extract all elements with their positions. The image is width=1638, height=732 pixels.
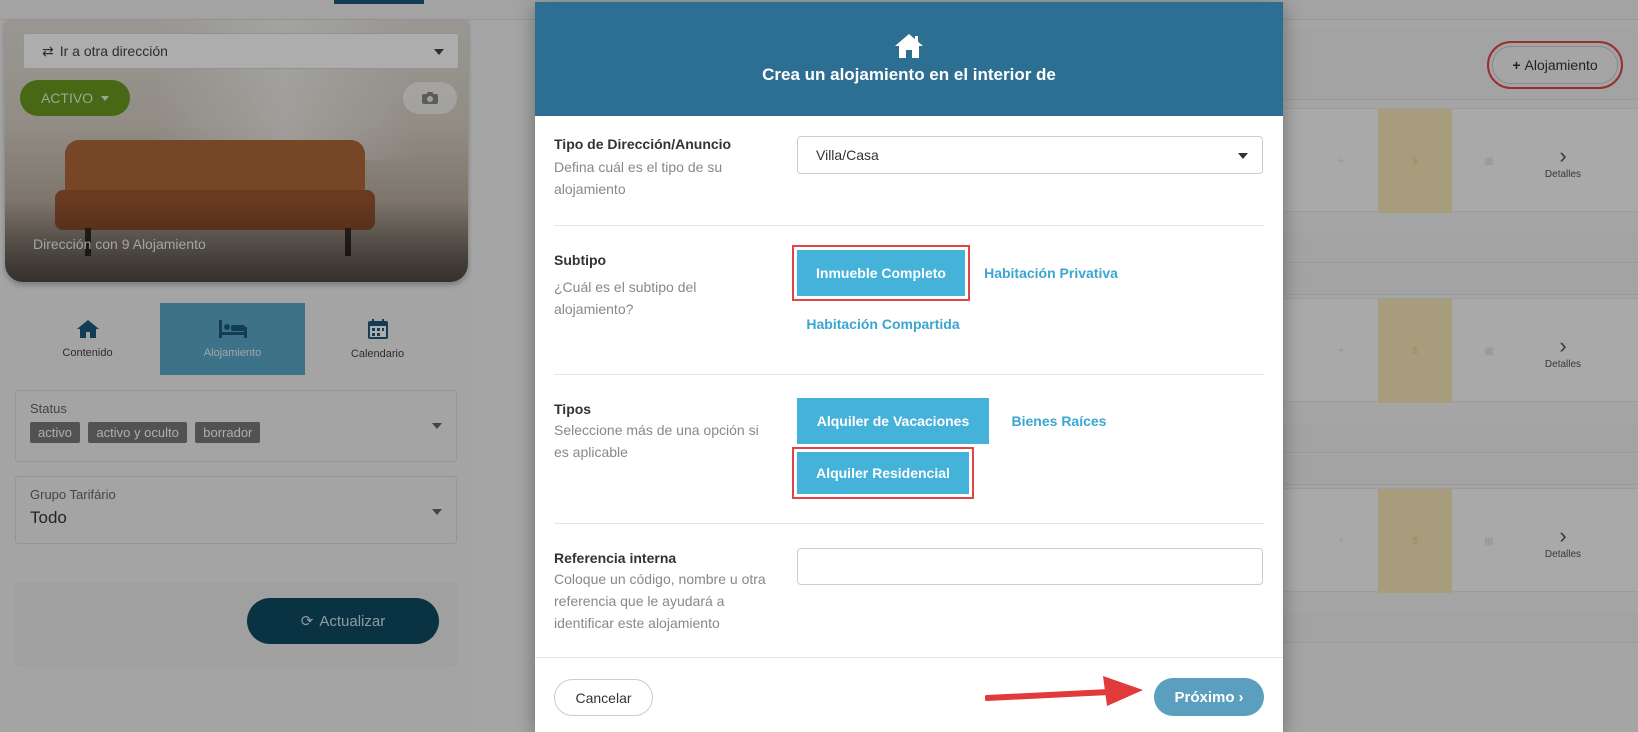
internal-ref-description: Coloque un código, nombre u otra referen… bbox=[554, 571, 766, 631]
subtype-label: Subtipo bbox=[554, 252, 607, 268]
internal-ref-label: Referencia interna bbox=[554, 550, 677, 566]
type-option-bienes-raices[interactable]: Bienes Raíces bbox=[1004, 398, 1114, 444]
address-type-select[interactable]: Villa/Casa bbox=[797, 136, 1263, 174]
subtype-option-habitacion-privativa[interactable]: Habitación Privativa bbox=[980, 250, 1122, 296]
type-option-alquiler-vacaciones[interactable]: Alquiler de Vacaciones bbox=[797, 398, 989, 444]
home-icon bbox=[895, 34, 923, 58]
modal-footer: Cancelar Próximo › bbox=[535, 657, 1283, 732]
type-option-alquiler-residencial[interactable]: Alquiler Residencial bbox=[792, 447, 974, 499]
create-lodging-modal: Crea un alojamiento en el interior de Ti… bbox=[535, 2, 1283, 732]
types-row: Tipos Seleccione más de una opción si es… bbox=[554, 375, 1264, 524]
subtype-option-habitacion-compartida[interactable]: Habitación Compartida bbox=[797, 301, 969, 347]
address-type-label: Tipo de Dirección/Anuncio bbox=[554, 136, 732, 152]
address-type-value: Villa/Casa bbox=[816, 147, 879, 163]
internal-ref-input[interactable] bbox=[797, 548, 1263, 585]
chevron-down-icon bbox=[1238, 153, 1248, 159]
modal-title: Crea un alojamiento en el interior de bbox=[762, 65, 1056, 84]
next-button[interactable]: Próximo › bbox=[1154, 678, 1264, 716]
subtype-option-inmueble-completo[interactable]: Inmueble Completo bbox=[792, 245, 970, 301]
types-label: Tipos bbox=[554, 401, 592, 417]
internal-ref-row: Referencia interna Coloque un código, no… bbox=[554, 524, 1264, 655]
modal-body: Tipo de Dirección/Anuncio Defina cuál es… bbox=[535, 116, 1283, 655]
modal-header: Crea un alojamiento en el interior de bbox=[535, 2, 1283, 116]
subtype-row: Subtipo ¿Cuál es el subtipo del alojamie… bbox=[554, 226, 1264, 375]
cancel-button[interactable]: Cancelar bbox=[554, 679, 653, 716]
subtype-description: ¿Cuál es el subtipo del alojamiento? bbox=[554, 279, 697, 317]
chevron-right-icon: › bbox=[1238, 688, 1244, 706]
address-type-row: Tipo de Dirección/Anuncio Defina cuál es… bbox=[554, 116, 1264, 226]
red-arrow-annotation bbox=[985, 676, 1143, 706]
address-type-description: Defina cuál es el tipo de su alojamiento bbox=[554, 159, 723, 197]
types-description: Seleccione más de una opción si es aplic… bbox=[554, 422, 759, 460]
